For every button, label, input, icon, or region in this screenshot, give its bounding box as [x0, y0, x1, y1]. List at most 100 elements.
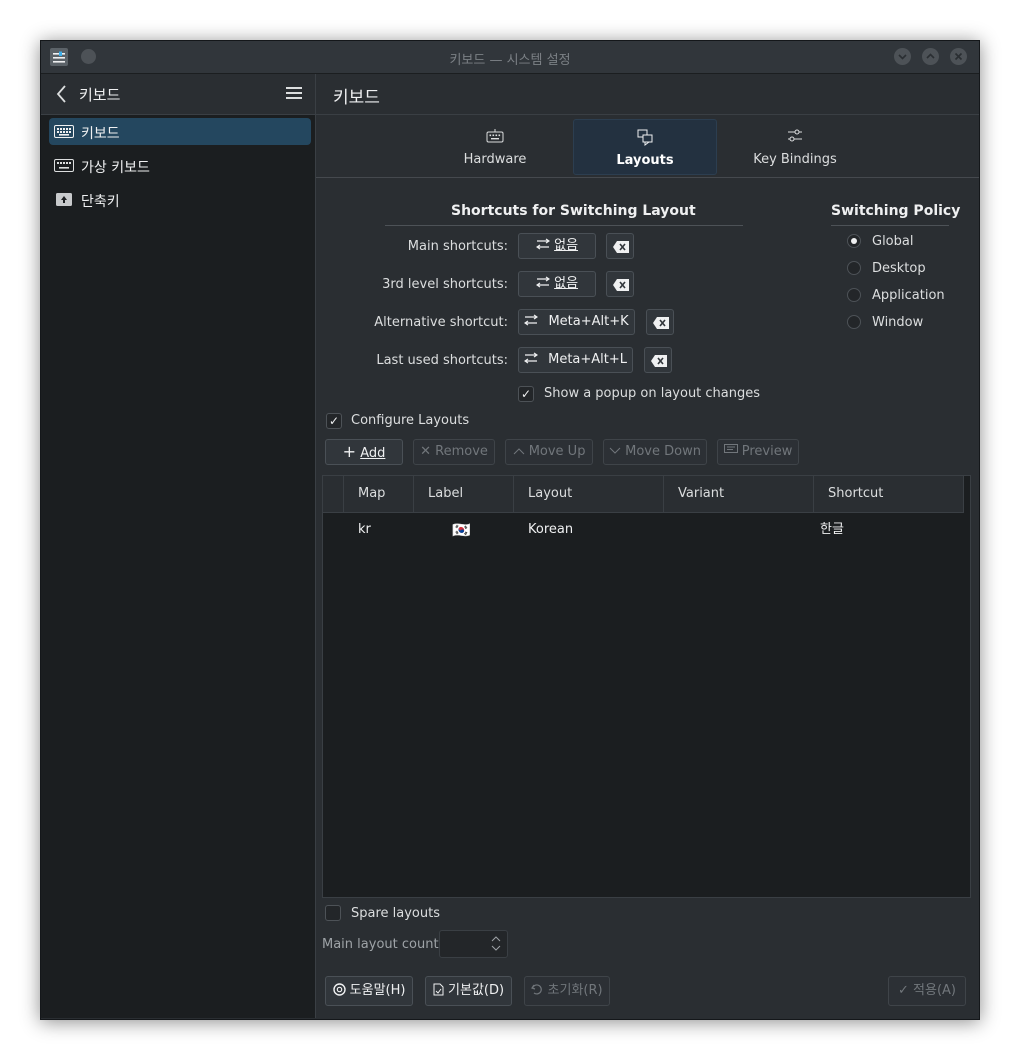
tab-bar: Hardware Layouts Key Bindings	[316, 115, 979, 178]
configure-layouts-label: Configure Layouts	[351, 413, 470, 428]
alternative-shortcut-label: Alternative shortcut:	[374, 315, 508, 330]
minimize-button[interactable]	[894, 48, 911, 65]
document-icon	[433, 983, 444, 996]
tab-label: Layouts	[616, 153, 674, 168]
alternative-shortcut-clear-button[interactable]	[646, 309, 674, 335]
hamburger-menu-icon[interactable]	[286, 87, 302, 100]
last-used-shortcuts-value: Meta+Alt+L	[548, 352, 628, 367]
chevron-up-icon	[926, 53, 935, 59]
keyboard-icon	[486, 129, 504, 143]
move-down-button-label: Move Down	[625, 444, 701, 459]
sidebar: 키보드 키보드 가상 키보드 단축키	[41, 74, 316, 1018]
shortcuts-section-title: Shortcuts for Switching Layout	[451, 203, 696, 219]
configure-shortcut-icon	[535, 238, 551, 250]
remove-button-label: Remove	[435, 444, 488, 459]
backspace-icon	[613, 279, 629, 291]
last-used-shortcuts-clear-button[interactable]	[644, 347, 672, 373]
sidebar-item-label: 단축키	[81, 194, 120, 210]
main-shortcuts-value: 없음	[554, 238, 579, 253]
tab-key-bindings[interactable]: Key Bindings	[724, 119, 866, 173]
close-button[interactable]	[950, 48, 967, 65]
keyboard-icon	[54, 125, 74, 138]
third-level-shortcuts-label: 3rd level shortcuts:	[382, 277, 508, 292]
backspace-icon	[653, 317, 669, 329]
main-layout-count-label: Main layout count:	[322, 937, 443, 952]
add-button[interactable]: + Add	[325, 439, 403, 465]
policy-window-label: Window	[872, 315, 924, 330]
policy-window-radio[interactable]	[847, 315, 861, 329]
remove-button[interactable]: ✕ Remove	[413, 439, 495, 465]
chevron-down-icon	[898, 54, 907, 60]
main-shortcuts-clear-button[interactable]	[606, 233, 634, 259]
sidebar-item-virtual-keyboard[interactable]: 가상 키보드	[49, 152, 311, 179]
last-used-shortcuts-label: Last used shortcuts:	[376, 353, 508, 368]
title-bar: 키보드 — 시스템 설정	[41, 41, 979, 74]
policy-application-radio[interactable]	[847, 288, 861, 302]
policy-global-radio[interactable]	[847, 234, 861, 248]
policy-application-label: Application	[872, 288, 945, 303]
key-bindings-icon	[788, 129, 802, 142]
last-used-shortcuts-button[interactable]: Meta+Alt+L	[518, 347, 633, 373]
main-layout-count-spinbox[interactable]	[439, 930, 508, 958]
preview-button-label: Preview	[741, 444, 793, 459]
spare-layouts-checkbox[interactable]	[325, 905, 341, 921]
main-shortcuts-label: Main shortcuts:	[407, 239, 508, 254]
chevron-down-icon	[609, 447, 621, 454]
main-shortcuts-button[interactable]: 없음	[518, 233, 596, 259]
tab-label: Hardware	[463, 152, 527, 167]
column-header-shortcut[interactable]: Shortcut	[814, 476, 964, 512]
configure-shortcut-icon	[523, 352, 539, 364]
alternative-shortcut-button[interactable]: Meta+Alt+K	[518, 309, 635, 335]
divider	[385, 225, 743, 226]
backspace-icon	[613, 241, 629, 253]
sidebar-title: 키보드	[79, 86, 121, 104]
sidebar-item-label: 가상 키보드	[81, 160, 150, 176]
flag-icon: 🇰🇷	[452, 521, 471, 539]
back-icon[interactable]	[55, 84, 69, 104]
alternative-shortcut-value: Meta+Alt+K	[548, 314, 629, 329]
spin-down-icon[interactable]	[491, 945, 501, 952]
tab-layouts[interactable]: Layouts	[573, 119, 717, 175]
help-button-label: 도움말(H)	[349, 983, 406, 998]
policy-desktop-label: Desktop	[872, 261, 926, 276]
plus-icon: +	[342, 442, 357, 461]
configure-layouts-checkbox[interactable]: ✓	[326, 413, 342, 429]
help-button[interactable]: 도움말(H)	[325, 976, 413, 1006]
undo-icon	[531, 984, 543, 995]
sidebar-item-keyboard[interactable]: 키보드	[49, 118, 311, 145]
reset-button[interactable]: 초기화(R)	[524, 976, 610, 1006]
sidebar-item-shortcuts[interactable]: 단축키	[49, 186, 311, 213]
settings-window: 키보드 — 시스템 설정 키보드 키보드 가상 키보드 단축키 키보드 Hard…	[40, 40, 980, 1020]
move-up-button[interactable]: Move Up	[505, 439, 593, 465]
sidebar-header: 키보드	[41, 74, 315, 115]
virtual-keyboard-icon	[54, 159, 74, 172]
cell-map: kr	[358, 522, 371, 537]
apply-button[interactable]: ✓ 적용(A)	[888, 976, 966, 1006]
configure-shortcut-icon	[524, 314, 539, 326]
tab-hardware[interactable]: Hardware	[424, 119, 566, 173]
spin-up-icon[interactable]	[491, 935, 501, 942]
switching-policy-title: Switching Policy	[831, 203, 961, 219]
configure-shortcut-icon	[535, 276, 551, 288]
layouts-table: Map Label Layout Variant Shortcut kr 🇰🇷 …	[322, 475, 971, 898]
policy-desktop-radio[interactable]	[847, 261, 861, 275]
defaults-button[interactable]: 기본값(D)	[425, 976, 512, 1006]
defaults-button-label: 기본값(D)	[448, 983, 505, 998]
column-header-label[interactable]: Label	[414, 476, 514, 512]
maximize-button[interactable]	[922, 48, 939, 65]
layouts-icon	[637, 129, 653, 146]
column-header-variant[interactable]: Variant	[664, 476, 814, 512]
move-down-button[interactable]: Move Down	[603, 439, 707, 465]
show-popup-label: Show a popup on layout changes	[544, 386, 761, 401]
column-header-layout[interactable]: Layout	[514, 476, 664, 512]
third-level-shortcuts-clear-button[interactable]	[606, 271, 634, 297]
preview-button[interactable]: Preview	[717, 439, 799, 465]
table-header: Map Label Layout Variant Shortcut	[323, 476, 964, 513]
show-popup-checkbox[interactable]: ✓	[518, 386, 534, 402]
column-header-map[interactable]: Map	[344, 476, 414, 512]
tab-label: Key Bindings	[753, 152, 837, 167]
chevron-up-icon	[513, 448, 524, 455]
third-level-shortcuts-button[interactable]: 없음	[518, 271, 596, 297]
cell-layout: Korean	[528, 522, 574, 537]
add-button-label: Add	[360, 446, 386, 461]
